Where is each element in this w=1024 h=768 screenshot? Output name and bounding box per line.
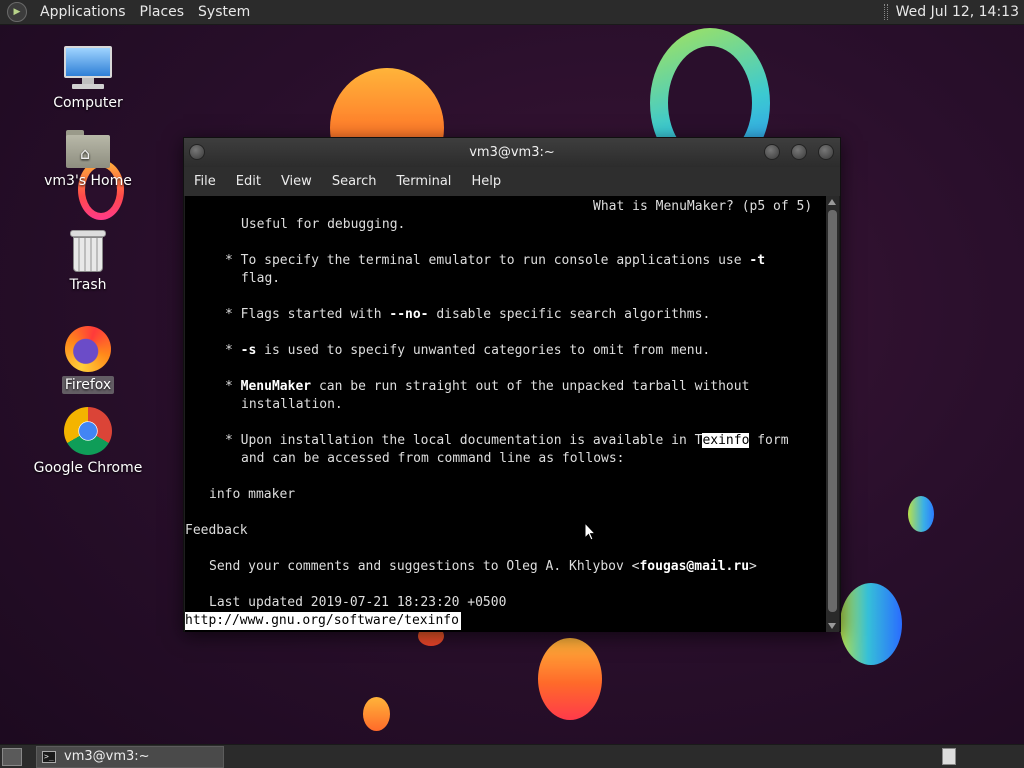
taskbar-item-label: vm3@vm3:~	[64, 749, 150, 764]
bullet-item: * Upon installation the local documentat…	[225, 433, 789, 448]
trash-icon	[70, 230, 106, 272]
wallpaper-blob	[538, 638, 602, 720]
main-menu-icon[interactable]: ▶	[7, 2, 27, 22]
page-header: What is MenuMaker? (p5 of 5)	[593, 199, 813, 214]
text-line: Useful for debugging.	[241, 217, 406, 232]
text-line: installation.	[241, 397, 343, 412]
menu-applications[interactable]: Applications	[33, 0, 133, 25]
computer-icon	[64, 46, 112, 90]
desktop-icon-chrome[interactable]: Google Chrome	[28, 407, 148, 477]
terminal-scrollbar[interactable]	[826, 196, 839, 632]
menu-view[interactable]: View	[271, 167, 322, 196]
terminal-icon: >_	[42, 750, 56, 763]
desktop-icon-label: Computer	[53, 95, 123, 111]
terminal-content[interactable]: What is MenuMaker? (p5 of 5) Useful for …	[185, 196, 827, 632]
minimize-icon[interactable]	[764, 144, 780, 160]
command-line: info mmaker	[209, 487, 296, 502]
wallpaper-blob	[840, 583, 902, 665]
text-line: Last updated 2019-07-21 18:23:20 +0500	[209, 595, 507, 610]
desktop-icon-computer[interactable]: Computer	[28, 46, 148, 112]
scroll-down-icon[interactable]	[828, 623, 836, 629]
window-menu-icon[interactable]	[189, 144, 205, 160]
bottom-panel: >_ vm3@vm3:~	[0, 744, 1024, 768]
home-folder-icon: ⌂	[66, 130, 110, 168]
desktop-icon-label: Firefox	[61, 376, 115, 394]
menu-places[interactable]: Places	[133, 0, 192, 25]
wallpaper-blob	[363, 697, 390, 731]
mouse-pointer-icon	[584, 522, 596, 541]
wallpaper-blob	[908, 496, 934, 532]
text-line: and can be accessed from command line as…	[241, 451, 625, 466]
panel-right: Wed Jul 12, 14:13	[883, 0, 1024, 25]
firefox-icon	[65, 326, 111, 372]
text-line: Send your comments and suggestions to Ol…	[209, 559, 757, 574]
desktop-icon-label: vm3's Home	[44, 173, 132, 189]
scroll-thumb[interactable]	[828, 210, 837, 612]
taskbar-item-terminal[interactable]: >_ vm3@vm3:~	[36, 745, 224, 768]
window-titlebar[interactable]: vm3@vm3:~	[184, 138, 840, 167]
menu-help[interactable]: Help	[461, 167, 511, 196]
desktop-icon-firefox[interactable]: Firefox	[28, 326, 148, 394]
desktop-icon-trash[interactable]: Trash	[28, 230, 148, 294]
bullet-item: * Flags started with --no- disable speci…	[225, 307, 711, 322]
menu-terminal[interactable]: Terminal	[386, 167, 461, 196]
email-link[interactable]: fougas@mail.ru	[639, 559, 749, 574]
trash-applet-icon[interactable]	[942, 748, 956, 765]
text-line: flag.	[241, 271, 281, 286]
desktop-icon-label: Trash	[69, 277, 107, 293]
menu-system[interactable]: System	[191, 0, 257, 25]
clock[interactable]: Wed Jul 12, 14:13	[896, 4, 1024, 20]
menu-search[interactable]: Search	[322, 167, 387, 196]
bullet-item: * To specify the terminal emulator to ru…	[225, 253, 766, 268]
window-menubar: File Edit View Search Terminal Help	[184, 167, 840, 196]
bullet-item: * MenuMaker can be run straight out of t…	[225, 379, 750, 394]
texinfo-link[interactable]: exinfo	[702, 433, 750, 448]
status-url: http://www.gnu.org/software/texinfo	[185, 612, 461, 630]
menu-edit[interactable]: Edit	[226, 167, 271, 196]
close-icon[interactable]	[818, 144, 834, 160]
desktop-icon-label: Google Chrome	[33, 460, 143, 476]
scroll-up-icon[interactable]	[828, 199, 836, 205]
panel-separator	[883, 4, 888, 20]
bullet-item: * -s is used to specify unwanted categor…	[225, 343, 711, 358]
chrome-icon	[64, 407, 112, 455]
terminal-window[interactable]: vm3@vm3:~ File Edit View Search Terminal…	[183, 137, 841, 632]
window-title: vm3@vm3:~	[469, 145, 555, 160]
maximize-icon[interactable]	[791, 144, 807, 160]
desktop-icon-home[interactable]: ⌂ vm3's Home	[28, 130, 148, 190]
section-heading: Feedback	[185, 523, 248, 538]
menu-file[interactable]: File	[184, 167, 226, 196]
show-desktop-icon[interactable]	[2, 747, 22, 766]
top-panel: ▶ Applications Places System Wed Jul 12,…	[0, 0, 1024, 25]
